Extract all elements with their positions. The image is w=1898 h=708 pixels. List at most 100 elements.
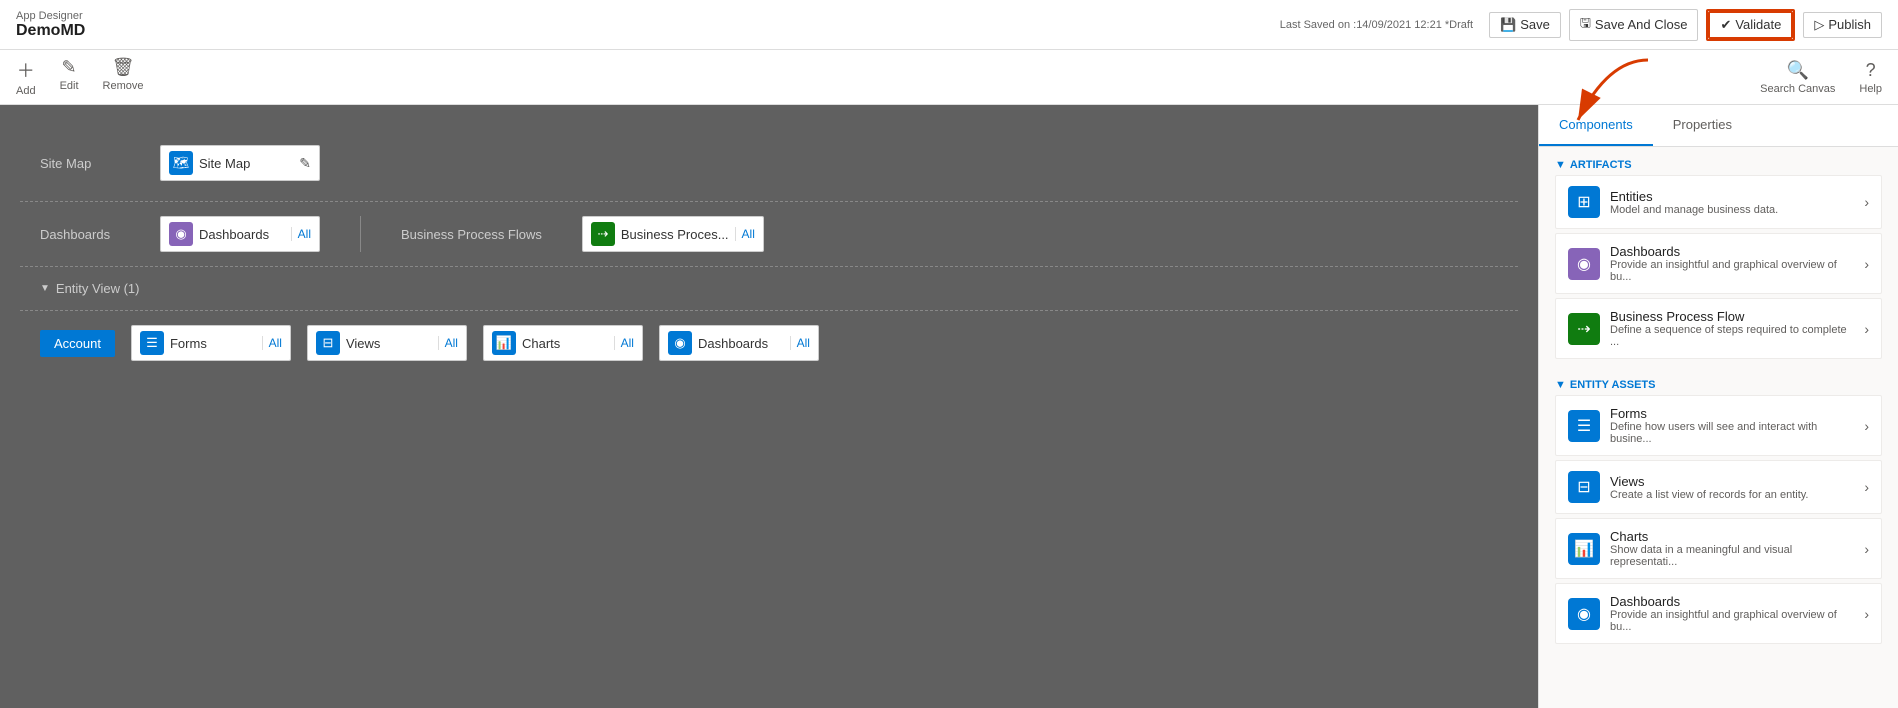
add-icon: ＋ [17, 57, 35, 83]
forms-component[interactable]: ☰ Forms All [131, 325, 291, 361]
views-component[interactable]: ⊟ Views All [307, 325, 467, 361]
charts-component[interactable]: 📊 Charts All [483, 325, 643, 361]
app-title-area: App Designer DemoMD [16, 10, 85, 40]
sidebar-item-dashboards[interactable]: ◉ Dashboards Provide an insightful and g… [1555, 233, 1882, 294]
forms-icon: ☰ [140, 331, 164, 355]
forms-all-link[interactable]: All [262, 336, 282, 350]
entity-dashboards-icon: ◉ [668, 331, 692, 355]
entity-view-header-row: ▼ Entity View (1) [20, 267, 1518, 310]
dashboards-component-name: Dashboards [199, 227, 285, 242]
artifacts-section-title: ▼ ARTIFACTS [1555, 159, 1882, 171]
search-icon: 🔍 [1787, 60, 1809, 81]
sidebar-item-dashboards-left: ◉ Dashboards Provide an insightful and g… [1568, 244, 1850, 283]
sidebar-item-views[interactable]: ⊟ Views Create a list view of records fo… [1555, 460, 1882, 514]
sidebar-item-entities[interactable]: ⊞ Entities Model and manage business dat… [1555, 175, 1882, 229]
forms-chevron: › [1864, 418, 1869, 434]
site-map-icon: 🗺 [169, 151, 193, 175]
sidebar-item-entity-dashboards[interactable]: ◉ Dashboards Provide an insightful and g… [1555, 583, 1882, 644]
dashboards-component[interactable]: ◉ Dashboards All [160, 216, 320, 252]
views-sidebar-icon: ⊟ [1568, 471, 1600, 503]
bpf-sidebar-desc: Define a sequence of steps required to c… [1610, 324, 1850, 348]
entities-desc: Model and manage business data. [1610, 204, 1778, 216]
validate-label: Validate [1735, 17, 1781, 32]
entity-view-collapse-icon[interactable]: ▼ [40, 283, 50, 294]
publish-label: Publish [1828, 17, 1871, 32]
dashboards-section-label: Dashboards [40, 227, 160, 242]
top-header: App Designer DemoMD Last Saved on :14/09… [0, 0, 1898, 50]
sidebar-item-forms[interactable]: ☰ Forms Define how users will see and in… [1555, 395, 1882, 456]
dashboards-sidebar-icon: ◉ [1568, 248, 1600, 280]
charts-sidebar-title: Charts [1610, 529, 1850, 544]
save-icon: 💾 [1500, 17, 1516, 33]
add-tool[interactable]: ＋ Add [16, 57, 36, 97]
toolbar-left: ＋ Add ✎ Edit 🗑 Remove [16, 57, 144, 97]
dashboards-sidebar-text: Dashboards Provide an insightful and gra… [1610, 244, 1850, 283]
tab-components[interactable]: Components [1539, 105, 1653, 146]
entity-dashboards-component[interactable]: ◉ Dashboards All [659, 325, 819, 361]
charts-name: Charts [522, 336, 608, 351]
dashboards-all-link[interactable]: All [291, 227, 311, 241]
search-canvas-tool[interactable]: 🔍 Search Canvas [1760, 60, 1835, 95]
forms-name: Forms [170, 336, 256, 351]
bpf-component[interactable]: ⇢ Business Proces... All [582, 216, 764, 252]
edit-icon: ✎ [62, 57, 77, 78]
entity-assets-section: ▼ ENTITY ASSETS ☰ Forms Define how users… [1539, 367, 1898, 652]
entity-dashboards-sidebar-title: Dashboards [1610, 594, 1850, 609]
publish-button[interactable]: ▷ Publish [1803, 12, 1882, 38]
bpf-sidebar-icon: ⇢ [1568, 313, 1600, 345]
entity-row: Account ☰ Forms All ⊟ Views All 📊 Charts [20, 310, 1518, 375]
entities-title: Entities [1610, 189, 1778, 204]
account-button[interactable]: Account [40, 330, 115, 357]
edit-label: Edit [60, 80, 79, 92]
forms-sidebar-icon: ☰ [1568, 410, 1600, 442]
dashboards-chevron: › [1864, 256, 1869, 272]
charts-all-link[interactable]: All [614, 336, 634, 350]
entity-dashboards-sidebar-icon: ◉ [1568, 598, 1600, 630]
forms-sidebar-desc: Define how users will see and interact w… [1610, 421, 1850, 445]
dashboards-bpf-row: Dashboards ◉ Dashboards All Business Pro… [20, 202, 1518, 267]
views-all-link[interactable]: All [438, 336, 458, 350]
entity-assets-label: ENTITY ASSETS [1570, 379, 1656, 391]
site-map-edit-icon[interactable]: ✎ [299, 155, 311, 172]
sidebar-item-charts[interactable]: 📊 Charts Show data in a meaningful and v… [1555, 518, 1882, 579]
entities-chevron: › [1864, 194, 1869, 210]
bpf-component-name: Business Proces... [621, 227, 729, 242]
sidebar-item-charts-left: 📊 Charts Show data in a meaningful and v… [1568, 529, 1850, 568]
remove-tool[interactable]: 🗑 Remove [103, 57, 144, 97]
charts-sidebar-text: Charts Show data in a meaningful and vis… [1610, 529, 1850, 568]
validate-wrapper: ✔ Validate [1706, 9, 1795, 41]
artifacts-collapse-icon[interactable]: ▼ [1555, 159, 1566, 171]
entity-components: ☰ Forms All ⊟ Views All 📊 Charts All [131, 325, 1498, 361]
sidebar-item-bpf[interactable]: ⇢ Business Process Flow Define a sequenc… [1555, 298, 1882, 359]
dashboards-sidebar-title: Dashboards [1610, 244, 1850, 259]
site-map-label: Site Map [40, 156, 160, 171]
views-name: Views [346, 336, 432, 351]
app-designer-label: App Designer [16, 10, 85, 22]
help-label: Help [1859, 83, 1882, 95]
bpf-section-label: Business Process Flows [401, 227, 542, 242]
bpf-all-link[interactable]: All [735, 227, 755, 241]
validate-button[interactable]: ✔ Validate [1708, 11, 1793, 39]
charts-icon: 📊 [492, 331, 516, 355]
bpf-sidebar-title: Business Process Flow [1610, 309, 1850, 324]
entity-dashboards-all-link[interactable]: All [790, 336, 810, 350]
charts-sidebar-icon: 📊 [1568, 533, 1600, 565]
toolbar: ＋ Add ✎ Edit 🗑 Remove 🔍 Search Canvas ? … [0, 50, 1898, 105]
entity-dashboards-name: Dashboards [698, 336, 784, 351]
save-button[interactable]: 💾 Save [1489, 12, 1561, 38]
site-map-name: Site Map [199, 156, 285, 171]
publish-icon: ▷ [1814, 17, 1824, 33]
bpf-canvas-icon: ⇢ [591, 222, 615, 246]
site-map-row: Site Map 🗺 Site Map ✎ [20, 125, 1518, 202]
help-tool[interactable]: ? Help [1859, 60, 1882, 95]
save-close-button[interactable]: 🖫 Save And Close [1569, 9, 1699, 41]
edit-tool[interactable]: ✎ Edit [60, 57, 79, 97]
entity-assets-collapse-icon[interactable]: ▼ [1555, 379, 1566, 391]
entity-dashboards-chevron: › [1864, 606, 1869, 622]
main-layout: Site Map 🗺 Site Map ✎ Dashboards ◉ Dashb… [0, 105, 1898, 708]
site-map-component[interactable]: 🗺 Site Map ✎ [160, 145, 320, 181]
app-name: DemoMD [16, 22, 85, 40]
header-right: Last Saved on :14/09/2021 12:21 *Draft 💾… [1280, 9, 1882, 41]
entity-assets-section-title: ▼ ENTITY ASSETS [1555, 379, 1882, 391]
tab-properties[interactable]: Properties [1653, 105, 1752, 146]
